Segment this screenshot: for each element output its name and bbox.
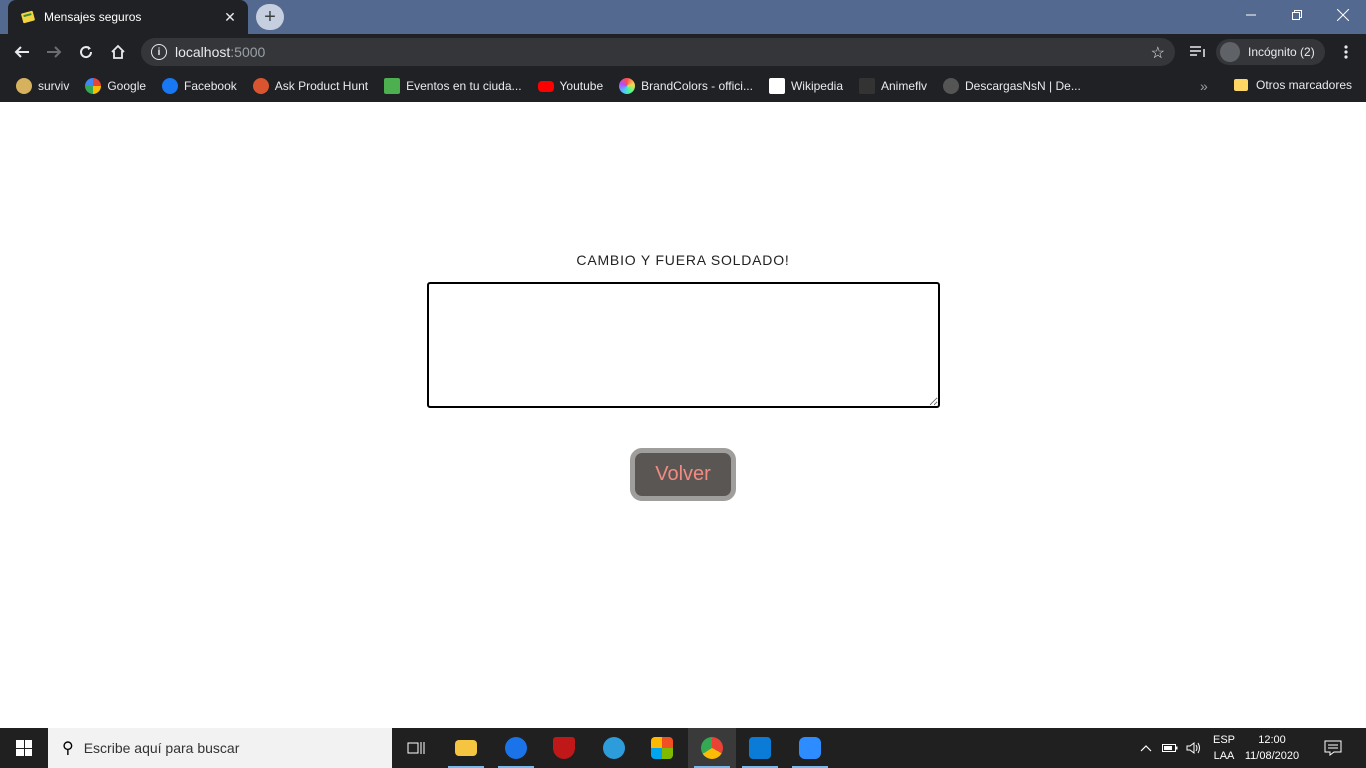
tab-close-icon[interactable]: ✕ bbox=[222, 9, 238, 25]
incognito-icon bbox=[1220, 42, 1240, 62]
zoom-icon[interactable] bbox=[786, 728, 834, 768]
clock-time: 12:00 bbox=[1258, 734, 1286, 746]
bookmark-surviv[interactable]: surviv bbox=[16, 78, 69, 94]
system-clock[interactable]: 12:00 11/08/2020 bbox=[1244, 732, 1300, 764]
site-info-icon[interactable]: i bbox=[151, 44, 167, 60]
forward-arrow-icon[interactable] bbox=[42, 40, 66, 64]
start-button[interactable] bbox=[0, 728, 48, 768]
browser-tab-active[interactable]: Mensajes seguros ✕ bbox=[8, 0, 248, 34]
minimize-icon[interactable] bbox=[1228, 0, 1274, 30]
language-indicator[interactable]: ESP LAA bbox=[1208, 732, 1240, 764]
back-arrow-icon[interactable] bbox=[10, 40, 34, 64]
close-window-icon[interactable] bbox=[1320, 0, 1366, 30]
browser-toolbar: i localhost:5000 ☆ Incógnito (2) bbox=[0, 34, 1366, 70]
store-icon[interactable] bbox=[638, 728, 686, 768]
eventos-icon bbox=[384, 78, 401, 94]
bookmark-animeflv[interactable]: Animeflv bbox=[859, 78, 927, 94]
tray-chevron-icon[interactable] bbox=[1140, 728, 1152, 768]
edge-icon[interactable] bbox=[492, 728, 540, 768]
bookmark-descargas[interactable]: DescargasNsN | De... bbox=[943, 78, 1081, 94]
other-bookmarks[interactable]: Otros marcadores bbox=[1234, 78, 1352, 92]
bookmark-facebook[interactable]: Facebook bbox=[162, 78, 237, 94]
folder-icon bbox=[1234, 79, 1248, 91]
address-bar[interactable]: i localhost:5000 ☆ bbox=[141, 38, 1175, 66]
tab-title: Mensajes seguros bbox=[44, 10, 142, 24]
descargas-icon bbox=[943, 78, 960, 94]
bookmark-google[interactable]: Google bbox=[85, 78, 146, 94]
volver-button[interactable]: Volver bbox=[630, 448, 736, 501]
search-placeholder: Escribe aquí para buscar bbox=[83, 740, 240, 756]
url-port: :5000 bbox=[230, 44, 266, 60]
page-heading: CAMBIO Y FUERA SOLDADO! bbox=[576, 252, 790, 268]
bookmark-youtube[interactable]: Youtube bbox=[537, 79, 603, 93]
vscode-icon[interactable] bbox=[736, 728, 784, 768]
clock-date: 11/08/2020 bbox=[1244, 750, 1300, 762]
bookmarks-bar: surviv Google Facebook Ask Product Hunt … bbox=[0, 70, 1366, 102]
message-textarea[interactable] bbox=[427, 282, 940, 408]
bookmark-eventos[interactable]: Eventos en tu ciuda... bbox=[384, 78, 522, 94]
incognito-label: Incógnito (2) bbox=[1248, 45, 1315, 59]
youtube-icon bbox=[537, 80, 554, 92]
animeflv-icon bbox=[859, 78, 875, 94]
surviv-icon bbox=[16, 78, 32, 94]
bookmark-product-hunt[interactable]: Ask Product Hunt bbox=[252, 78, 368, 94]
restore-icon[interactable] bbox=[1274, 0, 1320, 30]
search-icon: ⚲ bbox=[62, 740, 74, 757]
file-explorer-icon[interactable] bbox=[442, 728, 490, 768]
page-content: CAMBIO Y FUERA SOLDADO! Volver bbox=[0, 102, 1366, 728]
bookmark-wikipedia[interactable]: Wikipedia bbox=[768, 78, 843, 94]
wikipedia-icon bbox=[768, 78, 785, 94]
chrome-icon[interactable] bbox=[688, 728, 736, 768]
bookmark-star-icon[interactable]: ☆ bbox=[1151, 43, 1165, 63]
task-view-icon[interactable] bbox=[392, 728, 440, 768]
menu-kebab-icon[interactable] bbox=[1334, 40, 1358, 64]
url-host: localhost bbox=[175, 44, 231, 60]
windows-logo-icon bbox=[16, 740, 32, 756]
bookmark-brandcolors[interactable]: BrandColors - offici... bbox=[619, 78, 753, 94]
home-icon[interactable] bbox=[106, 40, 130, 64]
new-tab-button[interactable]: + bbox=[256, 4, 284, 30]
battery-icon[interactable] bbox=[1162, 728, 1178, 768]
title-bar: Mensajes seguros ✕ + bbox=[0, 0, 1366, 34]
page-favicon-icon bbox=[21, 10, 35, 24]
bookmarks-more-icon[interactable]: » bbox=[1200, 78, 1208, 94]
product-hunt-icon bbox=[252, 78, 269, 94]
brandcolors-icon bbox=[619, 78, 636, 94]
facebook-icon bbox=[162, 78, 179, 94]
google-icon bbox=[85, 78, 102, 94]
windows-taskbar: ⚲ Escribe aquí para buscar ESP LAA 12:00… bbox=[0, 728, 1366, 768]
volume-icon[interactable] bbox=[1186, 728, 1202, 768]
notifications-icon[interactable] bbox=[1324, 728, 1342, 768]
incognito-indicator[interactable]: Incógnito (2) bbox=[1216, 39, 1325, 65]
tips-icon[interactable] bbox=[590, 728, 638, 768]
taskbar-search[interactable]: ⚲ Escribe aquí para buscar bbox=[48, 728, 392, 768]
mcafee-icon[interactable] bbox=[540, 728, 588, 768]
reload-icon[interactable] bbox=[74, 40, 98, 64]
media-queue-icon[interactable] bbox=[1186, 40, 1210, 64]
